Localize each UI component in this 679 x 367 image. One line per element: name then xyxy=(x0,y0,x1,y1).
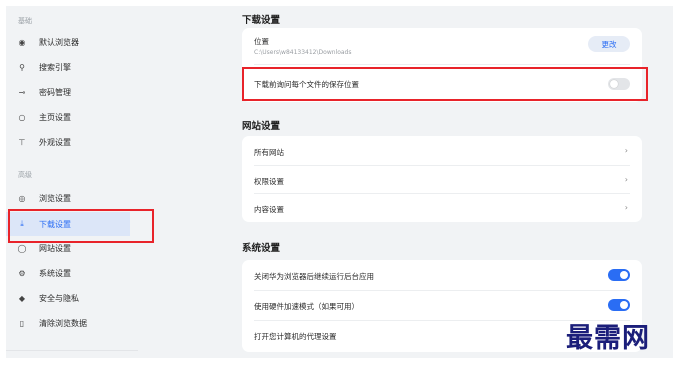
sidebar-item-label: 系统设置 xyxy=(39,268,71,278)
shield-icon: ◆ xyxy=(18,293,26,303)
sidebar-item-label: 安全与隐私 xyxy=(39,293,79,303)
sidebar-item-default-browser[interactable]: ◉ 默认浏览器 xyxy=(6,30,130,54)
section-title-system: 系统设置 xyxy=(242,243,281,254)
toggle-knob xyxy=(620,271,628,279)
section-title-download: 下载设置 xyxy=(242,15,281,26)
change-location-button[interactable]: 更改 xyxy=(588,36,630,52)
row-label: 关闭华为浏览器后继续运行后台应用 xyxy=(254,272,374,281)
sidebar-item-label: 搜索引擎 xyxy=(39,62,71,72)
row-label: 所有网站 xyxy=(254,148,284,157)
group-label-advanced: 高级 xyxy=(18,171,32,179)
highlight-box-ask-location xyxy=(242,67,648,101)
location-row: 位置 C:\Users\w84133412\Downloads 更改 xyxy=(242,28,642,64)
toggle-knob xyxy=(620,301,628,309)
system-row-background-apps: 关闭华为浏览器后继续运行后台应用 xyxy=(242,260,642,290)
sidebar-item-label: 主页设置 xyxy=(39,112,71,122)
sidebar-item-clear-data[interactable]: ▯ 清除浏览数据 xyxy=(6,311,130,335)
sidebar-item-system[interactable]: ⚙ 系统设置 xyxy=(6,261,130,285)
home-icon: ○ xyxy=(18,112,26,122)
row-label: 内容设置 xyxy=(254,205,284,214)
appearance-icon: ⊤ xyxy=(18,137,26,147)
sidebar-item-browsing[interactable]: ◎ 浏览设置 xyxy=(6,186,130,210)
background-apps-toggle[interactable] xyxy=(608,269,630,281)
highlight-box-sidebar xyxy=(8,209,154,243)
trash-icon: ▯ xyxy=(19,318,25,328)
sidebar-item-appearance[interactable]: ⊤ 外观设置 xyxy=(6,130,130,154)
website-row-content[interactable]: 内容设置 › xyxy=(242,193,642,222)
sidebar-item-security-privacy[interactable]: ◆ 安全与隐私 xyxy=(6,286,130,310)
default-browser-icon: ◉ xyxy=(18,37,26,47)
sidebar-item-label: 浏览设置 xyxy=(39,193,71,203)
sidebar-item-label: 清除浏览数据 xyxy=(39,318,87,328)
sidebar-item-search-engine[interactable]: ⚲ 搜索引擎 xyxy=(6,55,130,79)
search-icon: ⚲ xyxy=(19,62,25,72)
location-label: 位置 xyxy=(254,37,269,46)
sidebar-item-label: 外观设置 xyxy=(39,137,71,147)
website-row-all-sites[interactable]: 所有网站 › xyxy=(242,136,642,165)
row-label: 使用硬件加速模式（如果可用） xyxy=(254,302,359,311)
watermark-logo: 最需网 xyxy=(566,323,650,354)
chevron-right-icon: › xyxy=(624,203,628,212)
chevron-right-icon: › xyxy=(624,146,628,155)
sidebar-item-label: 密码管理 xyxy=(39,87,71,97)
main-content: 下载设置 位置 C:\Users\w84133412\Downloads 更改 … xyxy=(138,6,673,358)
location-path: C:\Users\w84133412\Downloads xyxy=(254,49,352,56)
key-icon: ⊸ xyxy=(18,87,26,97)
row-label: 打开您计算机的代理设置 xyxy=(254,332,337,341)
website-settings-card: 所有网站 › 权限设置 › 内容设置 › xyxy=(242,136,642,222)
group-label-basic: 基础 xyxy=(18,17,32,25)
sidebar-item-label: 默认浏览器 xyxy=(39,37,79,47)
sidebar-item-label: 网站设置 xyxy=(39,243,71,253)
website-icon: ◯ xyxy=(17,243,27,253)
section-title-website: 网站设置 xyxy=(242,121,281,132)
sidebar-item-homepage[interactable]: ○ 主页设置 xyxy=(6,105,130,129)
eye-icon: ◎ xyxy=(18,193,26,203)
sidebar-item-passwords[interactable]: ⊸ 密码管理 xyxy=(6,80,130,104)
sidebar: 基础 ◉ 默认浏览器 ⚲ 搜索引擎 ⊸ 密码管理 ○ 主页设置 ⊤ 外观设置 高… xyxy=(6,6,138,358)
website-row-permissions[interactable]: 权限设置 › xyxy=(242,165,642,193)
hardware-acceleration-toggle[interactable] xyxy=(608,299,630,311)
chevron-right-icon: › xyxy=(624,175,628,184)
sidebar-divider xyxy=(6,350,138,351)
system-icon: ⚙ xyxy=(18,268,26,278)
row-label: 权限设置 xyxy=(254,177,284,186)
settings-window: 基础 ◉ 默认浏览器 ⚲ 搜索引擎 ⊸ 密码管理 ○ 主页设置 ⊤ 外观设置 高… xyxy=(6,6,673,358)
